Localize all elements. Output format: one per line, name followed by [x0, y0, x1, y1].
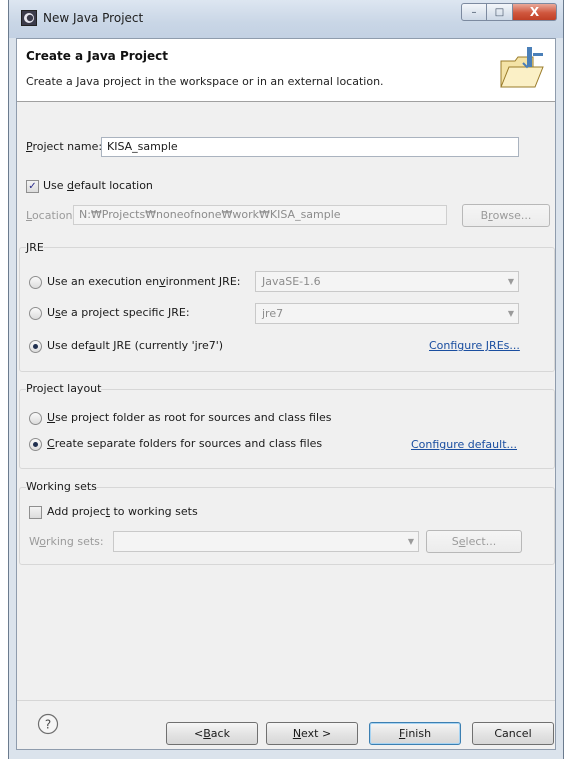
configure-jres-link[interactable]: Configure JREs...	[429, 339, 520, 352]
back-button[interactable]: < Back	[166, 722, 258, 745]
default-jre-label[interactable]: Use default JRE (currently 'jre7')	[47, 339, 223, 352]
add-to-working-sets-checkbox[interactable]	[29, 506, 42, 519]
chevron-down-icon: ▼	[507, 277, 514, 286]
chevron-down-icon: ▼	[507, 309, 514, 318]
project-specific-jre-select[interactable]: jre7 ▼	[255, 303, 519, 324]
help-glyph: ?	[45, 718, 51, 732]
wizard-header: Create a Java Project Create a Java proj…	[17, 39, 555, 102]
project-folder-root-label[interactable]: Use project folder as root for sources a…	[47, 411, 332, 424]
wizard-description: Create a Java project in the workspace o…	[26, 75, 384, 88]
separate-folders-radio[interactable]	[29, 438, 42, 451]
project-layout-group-title: Project layout	[26, 382, 102, 395]
use-default-location-label[interactable]: Use default location	[43, 179, 153, 192]
close-button[interactable]: X	[513, 3, 557, 21]
project-layout-group	[19, 389, 555, 469]
maximize-button[interactable]: □	[487, 3, 513, 21]
project-name-label: Project name:	[26, 140, 103, 153]
project-folder-root-radio[interactable]	[29, 412, 42, 425]
project-name-input[interactable]: KISA_sample	[101, 137, 519, 157]
execution-environment-jre-label[interactable]: Use an execution environment JRE:	[47, 275, 240, 288]
dialog-window: New Java Project – □ X Create a Java Pro…	[8, 0, 564, 759]
minimize-icon: –	[471, 6, 477, 18]
browse-button[interactable]: Br owse...	[462, 204, 550, 227]
window-controls: – □ X	[461, 3, 557, 23]
working-sets-group	[19, 487, 555, 565]
wizard-title: Create a Java Project	[26, 49, 169, 63]
window-title: New Java Project	[43, 11, 144, 25]
use-default-location-checkbox[interactable]: ✓	[26, 180, 39, 193]
jre-group-title: JRE	[26, 241, 44, 254]
location-label: Location:	[26, 209, 77, 222]
working-sets-group-title: Working sets	[26, 480, 97, 493]
next-button[interactable]: Next >	[266, 722, 358, 745]
close-icon: X	[529, 5, 540, 19]
finish-button[interactable]: Finish	[369, 722, 461, 745]
eclipse-app-icon	[21, 10, 37, 26]
check-icon: ✓	[28, 180, 37, 192]
project-specific-jre-label[interactable]: Use a project specific JRE:	[47, 306, 190, 319]
maximize-icon: □	[494, 6, 505, 18]
cancel-button[interactable]: Cancel	[472, 722, 554, 745]
footer-separator	[17, 700, 555, 701]
chevron-down-icon: ▼	[407, 537, 414, 546]
working-sets-select[interactable]: ▼	[113, 531, 419, 552]
default-jre-radio[interactable]	[29, 340, 42, 353]
configure-default-link[interactable]: Configure default...	[411, 438, 517, 451]
working-sets-label: Working sets:	[29, 535, 104, 548]
dialog-body: Create a Java Project Create a Java proj…	[16, 38, 556, 750]
project-specific-jre-radio[interactable]	[29, 307, 42, 320]
add-to-working-sets-label[interactable]: Add project to working sets	[47, 505, 198, 518]
separate-folders-label[interactable]: Create separate folders for sources and …	[47, 437, 322, 450]
new-java-project-folder-icon	[500, 47, 544, 88]
title-bar[interactable]: New Java Project – □ X	[9, 0, 563, 38]
help-icon[interactable]: ?	[37, 713, 59, 735]
select-working-sets-button[interactable]: Se lect...	[426, 530, 522, 553]
execution-environment-select[interactable]: JavaSE-1.6 ▼	[255, 271, 519, 292]
minimize-button[interactable]: –	[461, 3, 487, 21]
location-input[interactable]: N:₩Projects₩noneofnone₩work₩KISA_sample	[73, 205, 447, 225]
execution-environment-jre-radio[interactable]	[29, 276, 42, 289]
